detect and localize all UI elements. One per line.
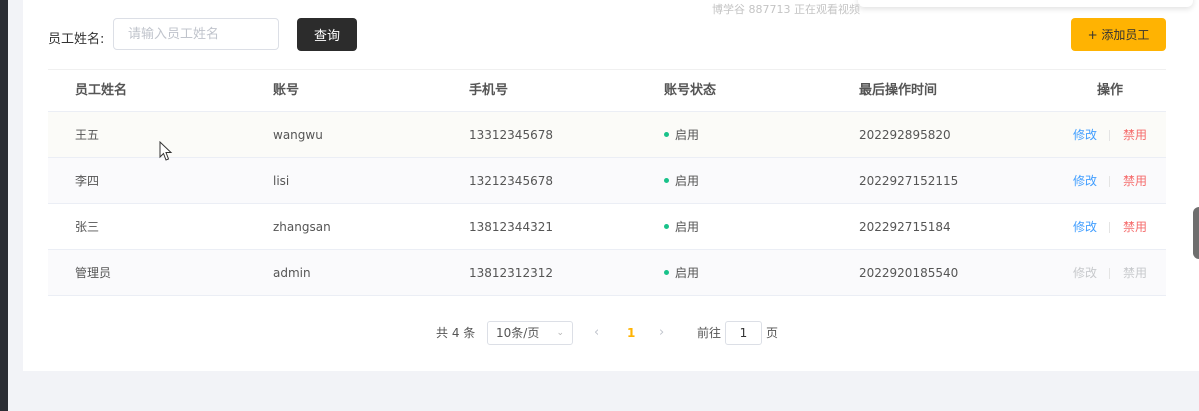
page-number-current[interactable]: 1 <box>627 321 635 345</box>
cell-phone: 13312345678 <box>469 128 553 142</box>
action-divider <box>1109 268 1110 279</box>
cell-status: 启用 <box>664 250 699 296</box>
search-label: 员工姓名: <box>48 32 105 47</box>
cell-last-operation-time: 202292895820 <box>859 128 951 142</box>
cell-phone: 13812312312 <box>469 266 553 280</box>
disable-link-disabled: 禁用 <box>1123 266 1148 280</box>
cell-last-operation-time: 2022920185540 <box>859 266 959 280</box>
table-row: 王五 wangwu 13312345678 启用 202292895820 修改… <box>48 112 1166 158</box>
status-dot-icon <box>664 224 669 229</box>
goto-prefix: 前往 <box>697 326 722 340</box>
cell-last-operation-time: 202292715184 <box>859 220 951 234</box>
employee-name-search-input[interactable] <box>113 18 279 50</box>
cell-status: 启用 <box>664 158 699 204</box>
chevron-down-icon: ⌄ <box>556 328 564 338</box>
cell-account: wangwu <box>273 128 323 142</box>
status-dot-icon <box>664 270 669 275</box>
page-size-select[interactable]: 10条/页 ⌄ <box>487 321 573 345</box>
cell-name: 管理员 <box>75 266 112 280</box>
query-button[interactable]: 查询 <box>297 18 357 51</box>
column-header-last-operation-time: 最后操作时间 <box>859 83 938 98</box>
edit-link[interactable]: 修改 <box>1073 204 1097 250</box>
column-header-account: 账号 <box>273 83 300 98</box>
status-dot-icon <box>664 178 669 183</box>
cell-name: 张三 <box>75 220 100 234</box>
goto-suffix: 页 <box>766 326 779 340</box>
next-page-button[interactable]: › <box>659 321 664 345</box>
cell-status: 启用 <box>664 204 699 250</box>
cell-last-operation-time: 2022927152115 <box>859 174 959 188</box>
disable-link[interactable]: 禁用 <box>1123 158 1147 204</box>
employee-table: 员工姓名 账号 手机号 账号状态 最后操作时间 操作 王五 wangwu 133… <box>48 69 1166 296</box>
status-dot-icon <box>664 132 669 137</box>
disable-link[interactable]: 禁用 <box>1123 204 1147 250</box>
cell-name: 王五 <box>75 128 100 142</box>
edit-link[interactable]: 修改 <box>1073 158 1097 204</box>
table-row: 李四 lisi 13212345678 启用 2022927152115 修改 … <box>48 158 1166 204</box>
edit-link[interactable]: 修改 <box>1073 112 1097 158</box>
previous-page-button[interactable]: ‹ <box>594 321 599 345</box>
cell-phone: 13212345678 <box>469 174 553 188</box>
cell-phone: 13812344321 <box>469 220 553 234</box>
cell-account: lisi <box>273 174 290 188</box>
cell-account: zhangsan <box>273 220 331 234</box>
status-text: 启用 <box>675 128 700 142</box>
cell-account: admin <box>273 266 311 280</box>
action-divider <box>1109 222 1110 233</box>
pagination: 共 4 条 10条/页 ⌄ ‹ 1 › 前往 1 页 <box>0 321 1199 345</box>
action-divider <box>1109 130 1110 141</box>
page-size-value: 10条/页 <box>496 326 540 340</box>
column-header-status: 账号状态 <box>664 83 717 98</box>
column-header-actions: 操作 <box>1097 83 1124 98</box>
cell-name: 李四 <box>75 174 100 188</box>
pagination-total: 共 4 条 <box>436 326 476 340</box>
table-row: 张三 zhangsan 13812344321 启用 202292715184 … <box>48 204 1166 250</box>
status-text: 启用 <box>675 266 700 280</box>
edit-link-disabled: 修改 <box>1073 266 1098 280</box>
table-header: 员工姓名 账号 手机号 账号状态 最后操作时间 操作 <box>48 70 1166 112</box>
status-text: 启用 <box>675 220 700 234</box>
goto-page-input[interactable]: 1 <box>725 321 762 345</box>
add-employee-button[interactable]: + 添加员工 <box>1071 18 1166 51</box>
left-sidebar-edge <box>0 0 8 411</box>
table-row: 管理员 admin 13812312312 启用 2022920185540 修… <box>48 250 1166 296</box>
status-text: 启用 <box>675 174 700 188</box>
side-float-tab[interactable] <box>1193 207 1199 259</box>
disable-link[interactable]: 禁用 <box>1123 112 1147 158</box>
cell-status: 启用 <box>664 112 699 158</box>
column-header-name: 员工姓名 <box>75 83 128 98</box>
action-divider <box>1109 176 1110 187</box>
floating-panel-edge <box>858 0 1193 7</box>
watermark-text: 博学谷 887713 正在观看视频 <box>712 3 860 16</box>
column-header-phone: 手机号 <box>469 83 509 98</box>
mouse-cursor-icon <box>159 141 173 161</box>
